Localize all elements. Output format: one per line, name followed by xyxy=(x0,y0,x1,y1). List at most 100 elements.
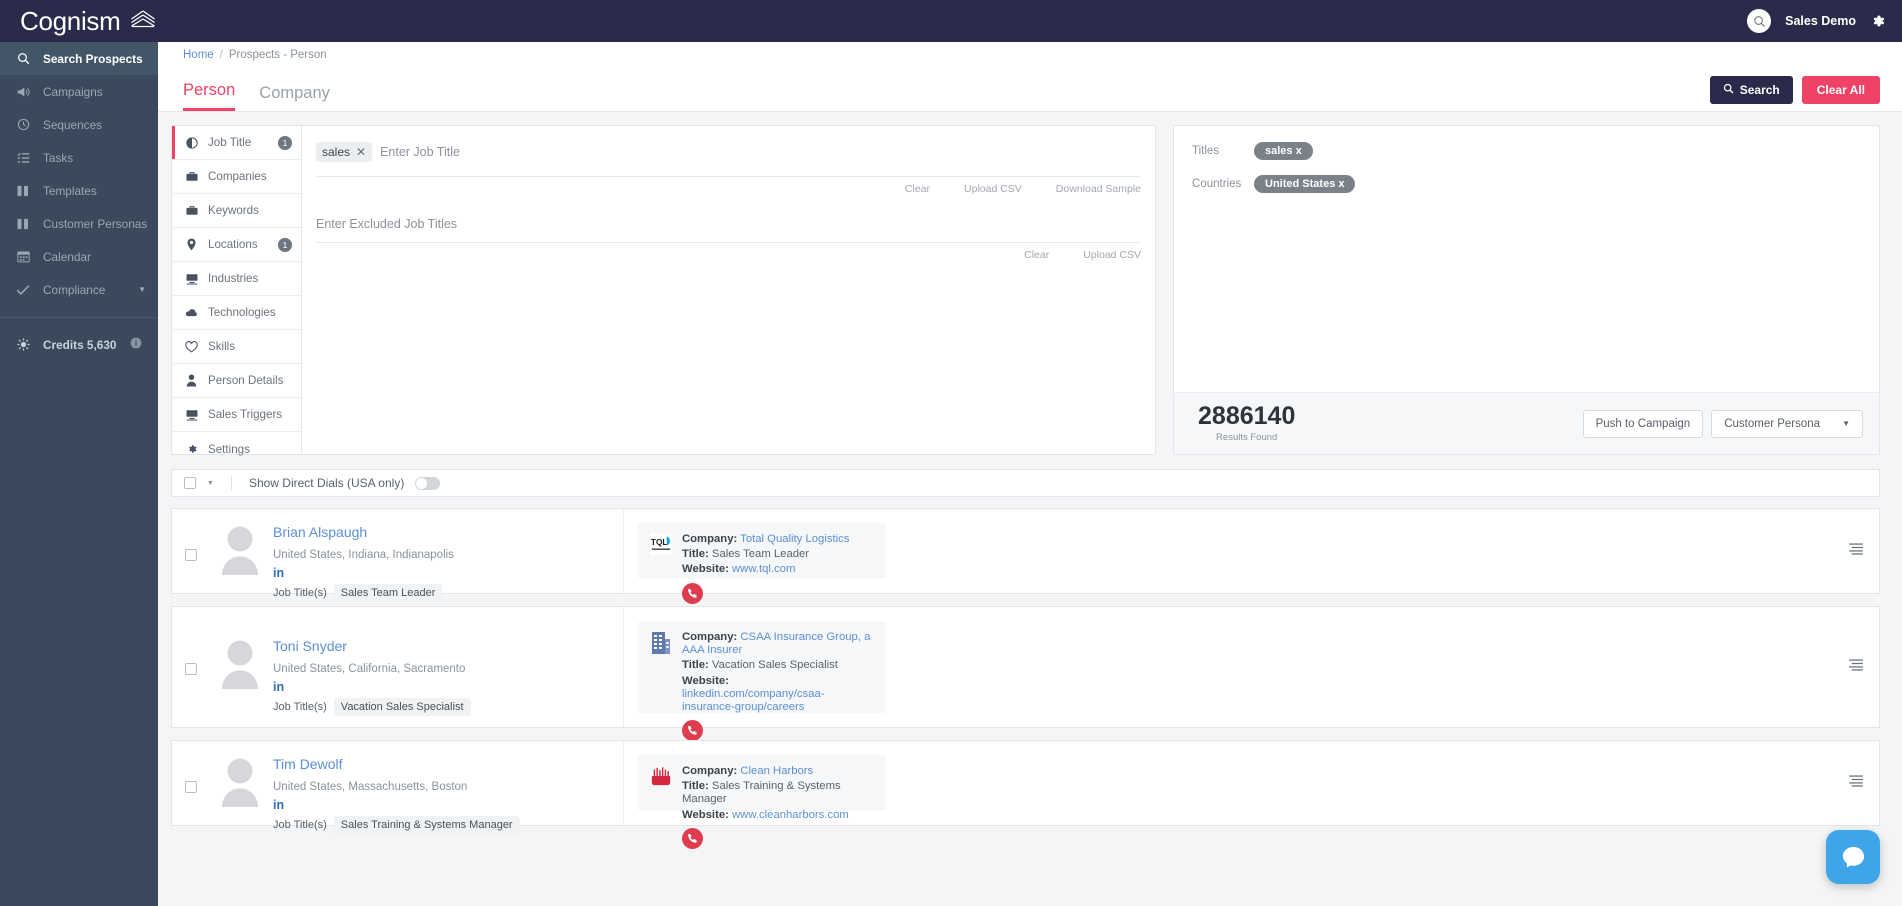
clear-all-button[interactable]: Clear All xyxy=(1801,76,1880,104)
list-menu-icon[interactable] xyxy=(1849,542,1863,560)
excluded-job-titles-input[interactable]: Enter Excluded Job Titles xyxy=(316,195,1141,231)
sidebar-item-templates[interactable]: Templates xyxy=(0,174,158,207)
result-company-block: Company: CSAA Insurance Group, a AAA Ins… xyxy=(638,621,886,742)
push-to-campaign-button[interactable]: Push to Campaign xyxy=(1582,409,1704,438)
sidebar-credits[interactable]: Credits 5,630 xyxy=(0,328,158,361)
cognism-roof-icon xyxy=(130,9,156,34)
website-label: Website: xyxy=(682,563,729,576)
search-button[interactable]: Search xyxy=(1709,76,1793,104)
title-line: Title: Sales Training & Systems Manager xyxy=(682,780,874,806)
user-name[interactable]: Sales Demo xyxy=(1785,14,1856,28)
sidebar-item-calendar[interactable]: Calendar xyxy=(0,240,158,273)
summary-pill-countries[interactable]: United States x xyxy=(1254,175,1356,193)
job-titles-label: Job Title(s) xyxy=(273,701,327,713)
company-lines: Company: Total Quality Logistics Title: … xyxy=(682,533,849,604)
sidebar-item-label: Tasks xyxy=(43,150,74,165)
filter-tab-companies[interactable]: Companies xyxy=(172,160,301,194)
search-icon[interactable] xyxy=(1747,9,1772,33)
check-icon xyxy=(16,284,30,296)
result-person-block: Toni Snyder United States, California, S… xyxy=(172,607,624,727)
job-title-clear-link[interactable]: Clear xyxy=(905,183,930,195)
sidebar-item-sequences[interactable]: Sequences xyxy=(0,108,158,141)
filter-body: sales ✕ Enter Job Title Clear Upload CSV… xyxy=(302,126,1155,454)
sidebar-item-campaigns[interactable]: Campaigns xyxy=(0,75,158,108)
job-title-download-sample-link[interactable]: Download Sample xyxy=(1056,183,1141,195)
briefcase-icon xyxy=(185,205,198,216)
filter-tab-person-details[interactable]: Person Details xyxy=(172,364,301,398)
clock-icon xyxy=(16,118,30,131)
tab-person[interactable]: Person xyxy=(183,81,236,111)
job-title-input[interactable]: Enter Job Title xyxy=(380,145,460,159)
excluded-clear-link[interactable]: Clear xyxy=(1024,249,1049,261)
row-checkbox[interactable] xyxy=(185,549,197,561)
info-icon[interactable] xyxy=(130,337,142,352)
company-lines: Company: Clean Harbors Title: Sales Trai… xyxy=(682,765,874,849)
phone-icon[interactable] xyxy=(682,582,703,604)
select-all-checkbox[interactable] xyxy=(184,477,196,489)
toolbar-divider xyxy=(230,475,232,491)
linkedin-icon[interactable]: in xyxy=(273,798,284,812)
tab-company[interactable]: Company xyxy=(259,84,330,111)
chat-bubble-icon[interactable] xyxy=(1826,830,1880,884)
brand[interactable]: Cognism xyxy=(0,6,156,37)
person-name-link[interactable]: Toni Snyder xyxy=(273,638,471,654)
gear-icon[interactable] xyxy=(1870,13,1886,29)
job-title-tag: Vacation Sales Specialist xyxy=(333,698,471,716)
company-lines: Company: CSAA Insurance Group, a AAA Ins… xyxy=(682,631,874,742)
direct-dials-toggle[interactable] xyxy=(415,476,441,490)
linkedin-icon[interactable]: in xyxy=(273,566,284,580)
person-info: Brian Alspaugh United States, Indiana, I… xyxy=(273,523,454,602)
credits-label: Credits 5,630 xyxy=(43,337,117,352)
megaphone-icon xyxy=(16,86,30,98)
filter-tab-keywords[interactable]: Keywords xyxy=(172,194,301,228)
table-row[interactable]: Toni Snyder United States, California, S… xyxy=(171,606,1880,742)
filter-card: Job Title 1 Companies Keywords Locations… xyxy=(171,125,1157,456)
filter-tab-job-title[interactable]: Job Title 1 xyxy=(172,126,301,160)
list-menu-icon[interactable] xyxy=(1849,774,1863,792)
filter-tab-industries[interactable]: Industries xyxy=(172,262,301,296)
company-line: Company: Total Quality Logistics xyxy=(682,533,849,546)
app-root: Cognism Sales Demo Search Prospects Camp… xyxy=(0,0,1902,906)
person-name-link[interactable]: Brian Alspaugh xyxy=(273,524,454,540)
filter-tab-locations[interactable]: Locations 1 xyxy=(172,228,301,262)
sidebar-item-tasks[interactable]: Tasks xyxy=(0,141,158,174)
filter-area: Job Title 1 Companies Keywords Locations… xyxy=(158,112,1902,456)
website-link[interactable]: linkedin.com/company/csaa-insurance-grou… xyxy=(682,688,825,713)
filter-tab-technologies[interactable]: Technologies xyxy=(172,296,301,330)
list-menu-icon[interactable] xyxy=(1849,658,1863,676)
sidebar-item-customer-personas[interactable]: Customer Personas xyxy=(0,207,158,240)
table-row[interactable]: Brian Alspaugh United States, Indiana, I… xyxy=(171,508,1880,604)
map-pin-icon xyxy=(185,238,198,251)
job-title-chip[interactable]: sales ✕ xyxy=(316,142,373,162)
chevron-down-icon[interactable]: ▼ xyxy=(207,480,214,487)
company-name-link[interactable]: Clean Harbors xyxy=(740,765,813,777)
filter-tab-skills[interactable]: Skills xyxy=(172,330,301,364)
filter-tab-settings[interactable]: Settings xyxy=(172,432,301,466)
job-title-input-row: sales ✕ Enter Job Title xyxy=(316,139,1141,165)
phone-icon[interactable] xyxy=(682,720,703,742)
sidebar-item-compliance[interactable]: Compliance ▼ xyxy=(0,273,158,306)
row-checkbox[interactable] xyxy=(185,781,197,793)
customer-persona-select[interactable]: Customer Persona ▼ xyxy=(1711,409,1863,438)
linkedin-icon[interactable]: in xyxy=(273,680,284,694)
row-checkbox[interactable] xyxy=(185,663,197,675)
summary-pill-titles[interactable]: sales x xyxy=(1254,142,1313,160)
phone-icon[interactable] xyxy=(682,827,703,849)
excluded-upload-csv-link[interactable]: Upload CSV xyxy=(1083,249,1141,261)
job-title-chip-label: sales xyxy=(322,145,351,159)
website-link[interactable]: www.tql.com xyxy=(732,563,795,575)
filter-tab-sales-triggers[interactable]: Sales Triggers xyxy=(172,398,301,432)
sidebar-item-search-prospects[interactable]: Search Prospects xyxy=(0,42,158,75)
summary-footer: 2886140 Results Found Push to Campaign C… xyxy=(1174,392,1879,454)
job-title-upload-csv-link[interactable]: Upload CSV xyxy=(964,183,1022,195)
breadcrumb-home[interactable]: Home xyxy=(183,49,214,61)
company-name-link[interactable]: Total Quality Logistics xyxy=(740,533,849,545)
job-title-links: Clear Upload CSV Download Sample xyxy=(316,177,1141,195)
sidebar-divider xyxy=(0,317,158,318)
person-name-link[interactable]: Tim Dewolf xyxy=(273,756,520,772)
website-link[interactable]: www.cleanharbors.com xyxy=(732,809,849,821)
table-row[interactable]: Tim Dewolf United States, Massachusetts,… xyxy=(171,740,1880,849)
title-label: Title: xyxy=(682,780,709,793)
close-icon[interactable]: ✕ xyxy=(356,145,366,159)
filter-tab-label: Sales Triggers xyxy=(208,408,283,421)
